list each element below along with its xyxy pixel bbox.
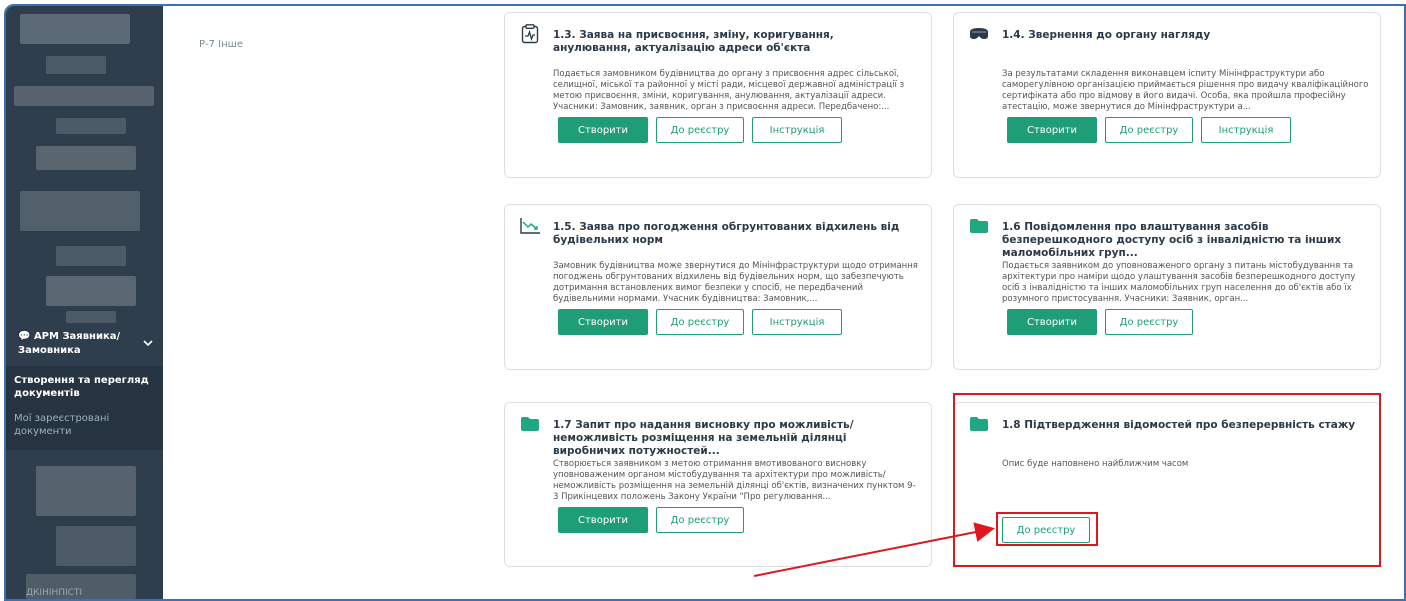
instruction-button[interactable]: Інструкція [1201,117,1291,143]
blurred-item [56,118,126,134]
chevron-down-icon [143,339,153,350]
card-description: Подається замовником будівництва до орга… [553,69,905,112]
instruction-button[interactable]: Інструкція [752,117,842,143]
chart-doc-icon [519,23,541,45]
service-card: 1.3. Заява на присвоєння, зміну, коригув… [504,12,932,178]
blurred-item [46,276,136,306]
mask-icon [968,23,990,45]
sidebar-item-apm[interactable]: 💬 АРМ Заявника/ Замовника [6,324,163,364]
registry-button[interactable]: До реєстру [1105,309,1193,335]
card-title: 1.3. Заява на присвоєння, зміну, коригув… [553,29,834,54]
blurred-logo [20,14,130,44]
blurred-item [14,86,154,106]
sidebar-item-apm-label: 💬 АРМ Заявника/ Замовника [18,331,121,356]
create-button[interactable]: Створити [1007,117,1097,143]
card-title: 1.8 Підтвердження відомостей про безпере… [1002,419,1356,431]
card-description: Створюється заявником з метою отримання … [553,459,916,502]
card-title: 1.6 Повідомлення про влаштування засобів… [1002,221,1342,259]
app-window: 💬 АРМ Заявника/ Замовника Створення та п… [4,4,1406,601]
category-label[interactable]: Р-7 Інше [199,39,243,50]
registry-button[interactable]: До реєстру [1105,117,1193,143]
blurred-item [56,246,126,266]
create-button[interactable]: Створити [1007,309,1097,335]
sidebar: 💬 АРМ Заявника/ Замовника Створення та п… [6,6,163,599]
registry-button[interactable]: До реєстру [1002,517,1090,543]
create-button[interactable]: Створити [558,507,648,533]
card-title: 1.4. Звернення до органу нагляду [1002,29,1211,41]
instruction-button[interactable]: Інструкція [752,309,842,335]
submenu-item-my-documents[interactable]: Мої зареєстровані документи [14,412,154,438]
card-description: Замовник будівництва може звернутися до … [553,261,918,304]
service-card: 1.6 Повідомлення про влаштування засобів… [953,204,1381,370]
service-card: 1.8 Підтвердження відомостей про безпере… [953,402,1381,567]
blurred-item [36,146,136,170]
registry-button[interactable]: До реєстру [656,507,744,533]
folder-icon [519,413,541,435]
chat-icon: 💬 [18,331,31,342]
create-button[interactable]: Створити [558,309,648,335]
card-title: 1.7 Запит про надання висновку про можли… [553,419,854,457]
service-card: 1.7 Запит про надання висновку про можли… [504,402,932,567]
card-description: Опис буде наповнено найближчим часом [1002,459,1189,469]
registry-button[interactable]: До реєстру [656,309,744,335]
card-description: Подається заявником до уповноваженого ор… [1002,261,1356,304]
blurred-item [56,526,136,566]
folder-icon [968,413,990,435]
submenu-item-create-view[interactable]: Створення та перегляд документів [14,374,154,400]
blurred-item [20,191,140,231]
blurred-item [46,56,106,74]
blurred-item [36,466,136,516]
folder-icon [968,215,990,237]
card-description: За результатами складення виконавцем ісп… [1002,69,1369,112]
sidebar-submenu: Створення та перегляд документів Мої зар… [6,366,163,450]
trend-down-icon [519,215,541,237]
sidebar-bottom-text: ДКІНІНПІСТІ [26,588,83,598]
service-card: 1.4. Звернення до органу нагляду За резу… [953,12,1381,178]
blurred-item [66,311,116,323]
service-card: 1.5. Заява про погодження обгрунтованих … [504,204,932,370]
registry-button[interactable]: До реєстру [656,117,744,143]
create-button[interactable]: Створити [558,117,648,143]
card-title: 1.5. Заява про погодження обгрунтованих … [553,221,900,246]
